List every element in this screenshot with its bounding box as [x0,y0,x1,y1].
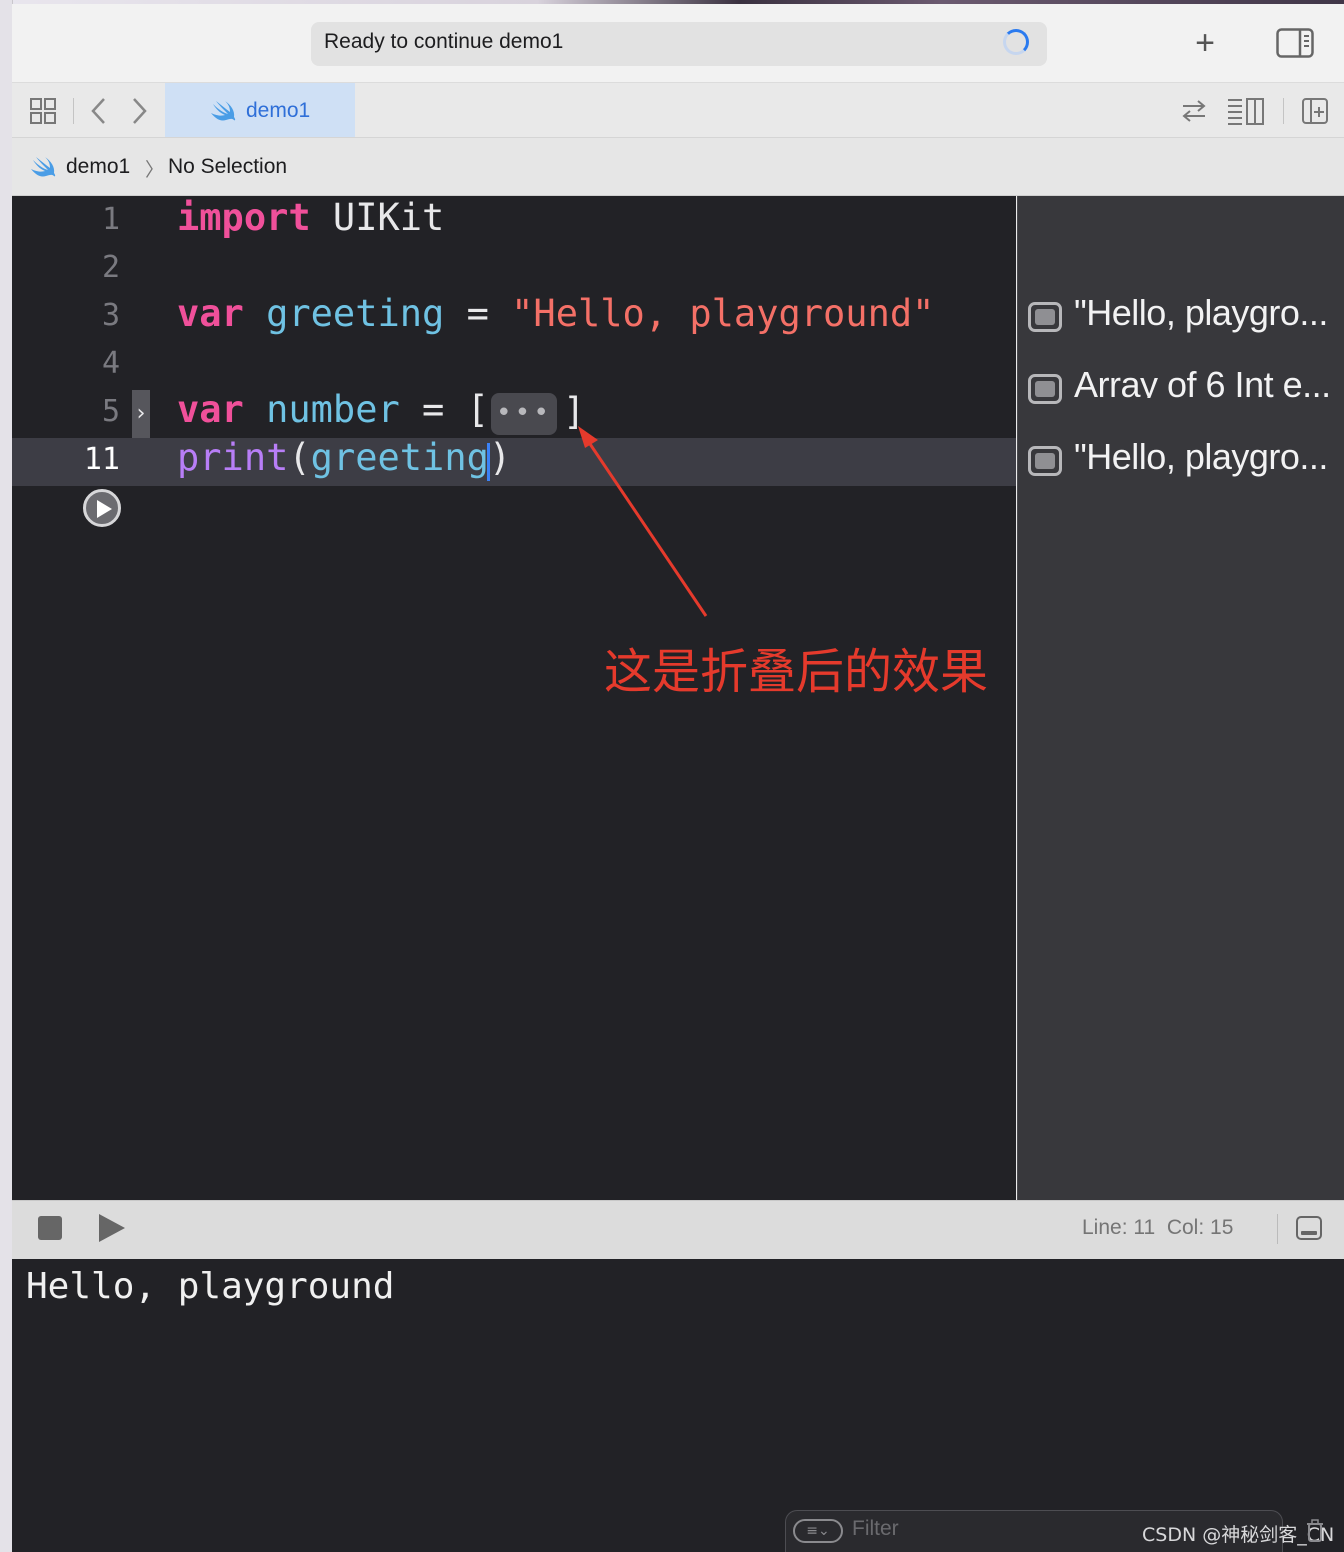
result-value: "Hello, playgro... [1074,292,1328,333]
console-toggle-icon[interactable] [1296,1216,1322,1240]
play-icon [97,500,112,518]
console-output: Hello, playground [26,1266,395,1307]
toolbar-divider [1283,98,1284,124]
text-caret [487,443,490,481]
tab-label: demo1 [246,99,311,122]
code-line[interactable]: var greeting = "Hello, playground" [177,292,934,335]
quick-look-icon[interactable] [1028,446,1062,476]
line-number: 3 [101,298,120,333]
code-token: = [ [399,388,489,431]
result-item[interactable]: Array of 6 Int e... [1028,364,1338,404]
results-sidebar [1017,196,1344,1200]
annotation-text: 这是折叠后的效果 [604,644,989,700]
breadcrumb-separator: 〉 [145,160,165,181]
folded-closing-bracket: ] [563,390,586,433]
filter-menu-icon[interactable]: ≡⌄ [793,1519,843,1543]
activity-status-text: Ready to continue demo1 [324,30,564,53]
quick-look-icon[interactable] [1028,302,1062,332]
breadcrumb-project[interactable]: demo1 [66,155,130,179]
code-line[interactable]: var number = [ [177,388,489,431]
code-token: print [177,436,289,479]
line-number: 4 [101,346,120,381]
swift-icon [31,157,56,177]
code-token: var [177,292,244,335]
line-col-indicator: Line: 11 Col: 15 [1082,1216,1234,1239]
breadcrumb-selection[interactable]: No Selection [168,155,287,179]
result-value: "Hello, playgro... [1074,436,1328,477]
progress-spinner-icon [1003,29,1029,55]
quick-look-icon[interactable] [1028,374,1062,404]
code-line[interactable]: import UIKit [177,196,444,239]
line-number: 2 [101,250,120,285]
code-token: var [177,388,244,431]
line-number: 5 [101,394,120,429]
code-token: number [266,388,400,431]
code-token: greeting [266,292,445,335]
current-line-highlight [12,438,1016,486]
folded-code-placeholder[interactable]: ••• [491,393,557,435]
run-button[interactable] [99,1214,125,1242]
code-token: import [177,196,311,239]
toolbar-divider [1277,1214,1278,1244]
code-line[interactable]: print(greeting) [177,436,511,479]
swift-icon [211,101,236,121]
add-button[interactable]: + [1188,26,1222,60]
fold-ribbon-chevron-icon[interactable]: › [132,390,150,438]
line-number: 11 [83,442,120,477]
code-token: UIKit [310,196,445,239]
line-number: 1 [101,202,120,237]
code-token: ) [488,436,512,479]
chevron-right-icon[interactable] [128,96,150,126]
toolbar-divider [73,98,74,124]
execute-playground-button[interactable] [83,489,121,527]
add-editor-icon[interactable] [1301,97,1329,125]
code-token: = [444,292,512,335]
editor-options-icon[interactable] [1226,96,1266,126]
related-items-grid-icon[interactable] [29,97,57,125]
code-token: greeting [310,436,489,479]
stop-button[interactable] [38,1216,62,1240]
swap-arrows-icon[interactable] [1180,98,1208,124]
code-token: ( [288,436,311,479]
filter-placeholder: Filter [852,1517,899,1540]
code-token: "Hello, playground" [511,292,935,335]
inspector-toggle-icon[interactable] [1276,28,1314,58]
trash-icon[interactable] [1305,1519,1325,1543]
chevron-left-icon[interactable] [88,96,110,126]
